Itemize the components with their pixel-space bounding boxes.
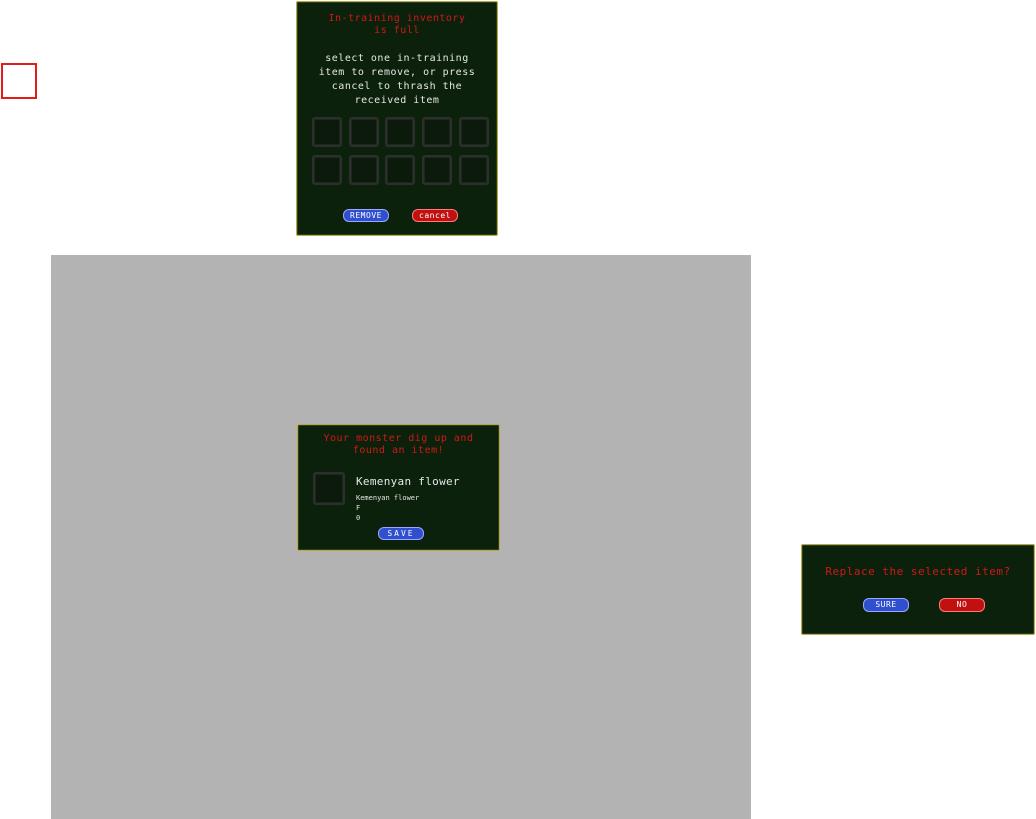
inventory-slot[interactable]: [349, 117, 379, 147]
found-item-details: Kemenyan flower F 0: [356, 493, 419, 523]
inventory-slot[interactable]: [312, 155, 342, 185]
inventory-full-message: select one in-training item to remove, o…: [297, 52, 497, 108]
inventory-slot[interactable]: [459, 155, 489, 185]
no-button[interactable]: NO: [939, 598, 985, 612]
inventory-full-title: In-training inventory is full: [297, 13, 497, 37]
message-line-4: received item: [354, 95, 440, 106]
item-detail-name: Kemenyan flower: [356, 494, 420, 502]
remove-button[interactable]: REMOVE: [343, 209, 389, 222]
inventory-slot[interactable]: [385, 155, 415, 185]
message-line-3: cancel to thrash the: [331, 81, 463, 92]
cancel-button[interactable]: cancel: [412, 209, 458, 222]
sure-button[interactable]: SURE: [863, 598, 909, 612]
found-title-line-1: Your monster dig up and: [323, 433, 474, 444]
replace-confirm-dialog: Replace the selected item? SURE NO: [801, 544, 1035, 635]
found-item-dialog: Your monster dig up and found an item! K…: [297, 424, 500, 551]
message-line-1: select one in-training: [325, 53, 469, 64]
replace-question: Replace the selected item?: [825, 565, 1011, 578]
message-line-2: item to remove, or press: [318, 67, 476, 78]
inventory-slot[interactable]: [312, 117, 342, 147]
title-line-1: In-training inventory: [328, 13, 466, 24]
inventory-slot[interactable]: [422, 155, 452, 185]
title-line-2: is full: [374, 25, 420, 36]
inventory-slot[interactable]: [459, 117, 489, 147]
found-item-title: Your monster dig up and found an item!: [298, 433, 499, 457]
inventory-slot[interactable]: [349, 155, 379, 185]
red-outline-marker: [1, 63, 37, 99]
inventory-slot[interactable]: [385, 117, 415, 147]
item-detail-line-2: F: [356, 504, 361, 512]
save-button[interactable]: SAVE: [378, 527, 424, 540]
found-item-slot: [313, 472, 345, 505]
inventory-full-dialog: In-training inventory is full select one…: [296, 1, 498, 236]
found-title-line-2: found an item!: [352, 445, 445, 456]
item-detail-line-3: 0: [356, 514, 361, 522]
found-item-name: Kemenyan flower: [356, 475, 460, 488]
inventory-slot[interactable]: [422, 117, 452, 147]
